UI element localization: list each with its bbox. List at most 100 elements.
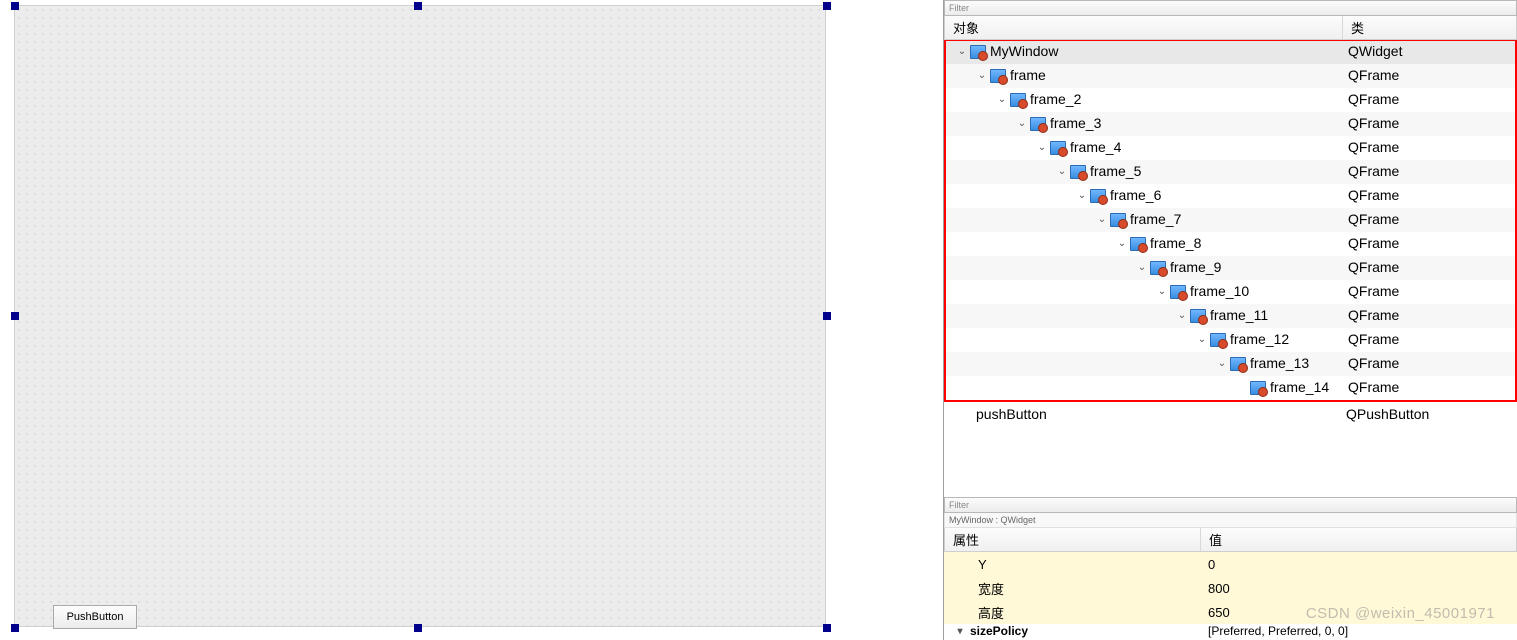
chevron-down-icon[interactable]: ⌄ [1076,184,1088,208]
chevron-down-icon[interactable]: ⌄ [976,64,988,88]
resize-handle-tl[interactable] [11,2,19,10]
resize-handle-tm[interactable] [414,2,422,10]
tree-row-pushbutton[interactable]: pushButton QPushButton [944,402,1517,426]
prop-key-header[interactable]: 属性 [945,528,1201,551]
tree-item-label: frame_14 [1270,376,1329,400]
chevron-down-icon[interactable]: ⌄ [1116,232,1128,256]
widget-icon [1030,117,1046,131]
chevron-down-icon[interactable]: ⌄ [1056,160,1068,184]
tree-row[interactable]: ⌄ frame_5 QFrame [946,160,1515,184]
nested-frames [51,34,789,582]
tree-row[interactable]: ⌄ frame_7 QFrame [946,208,1515,232]
tree-item-label: frame_12 [1230,328,1289,352]
tree-item-class: QFrame [1344,112,1515,136]
tree-item-label: frame_8 [1150,232,1201,256]
tree-item-label: frame_10 [1190,280,1249,304]
resize-handle-bm[interactable] [414,624,422,632]
widget-icon [990,69,1006,83]
tree-item-class: QFrame [1344,88,1515,112]
prop-val-header[interactable]: 值 [1201,528,1516,551]
inspector-area: Filter 对象 类 ⌄MyWindowQWidget⌄frameQFrame… [943,0,1517,640]
prop-val-label: 0 [1200,557,1517,572]
tree-item-class: QFrame [1344,376,1515,400]
widget-icon [1090,189,1106,203]
tree-item-label: frame_4 [1070,136,1121,160]
prop-val-label: [Preferred, Preferred, 0, 0] [1200,624,1517,638]
chevron-down-icon[interactable]: ⌄ [996,88,1008,112]
prop-row-sizepolicy[interactable]: ▾sizePolicy [Preferred, Preferred, 0, 0] [944,624,1517,640]
tree-item-label: frame_5 [1090,160,1141,184]
tree-item-label: frame_13 [1250,352,1309,376]
tree-item-class: QFrame [1344,160,1515,184]
tree-row[interactable]: ⌄ frame_8 QFrame [946,232,1515,256]
tree-row[interactable]: ⌄ frame_10 QFrame [946,280,1515,304]
tree-item-class: QFrame [1344,232,1515,256]
tree-row[interactable]: ⌄ frame_3 QFrame [946,112,1515,136]
resize-handle-tr[interactable] [823,2,831,10]
chevron-down-icon[interactable]: ⌄ [1196,328,1208,352]
widget-icon [1110,213,1126,227]
tree-item-class: QFrame [1344,136,1515,160]
tree-item-label: frame_3 [1050,112,1101,136]
chevron-down-icon[interactable]: ⌄ [1036,136,1048,160]
prop-row[interactable]: 宽度800 [944,576,1517,600]
widget-icon [1230,357,1246,371]
tree-row[interactable]: ⌄ frame_2 QFrame [946,88,1515,112]
property-pane: Filter MyWindow : QWidget 属性 值 Y0宽度800高度… [944,497,1517,640]
design-canvas-area: PushButton [0,0,943,640]
resize-handle-bl[interactable] [11,624,19,632]
tree-item-label: frame_6 [1110,184,1161,208]
tree-row[interactable]: ⌄ frame_4 QFrame [946,136,1515,160]
tree-item-class: QFrame [1344,256,1515,280]
tree-row[interactable]: ⌄ frame_9 QFrame [946,256,1515,280]
tree-item-class: QFrame [1344,328,1515,352]
object-filter-input[interactable]: Filter [944,0,1517,16]
prop-row[interactable]: Y0 [944,552,1517,576]
widget-icon [1070,165,1086,179]
object-col-header[interactable]: 对象 [945,16,1343,39]
tree-row[interactable]: ⌄ frame_12 QFrame [946,328,1515,352]
resize-handle-br[interactable] [823,624,831,632]
chevron-down-icon[interactable]: ⌄ [1016,112,1028,136]
pushbutton-widget[interactable]: PushButton [53,605,137,629]
widget-icon [1210,333,1226,347]
prop-val-label: 800 [1200,581,1517,596]
tree-row[interactable]: ⌄ frame_6 QFrame [946,184,1515,208]
tree-row[interactable]: ⌄MyWindowQWidget [946,40,1515,64]
tree-item-label: frame_7 [1130,208,1181,232]
tree-item-label: frame_11 [1210,304,1268,328]
tree-item-label: pushButton [976,406,1047,422]
tree-row[interactable]: ⌄ frame_11 QFrame [946,304,1515,328]
pushbutton-label: PushButton [67,611,124,623]
widget-icon [1190,309,1206,323]
object-tree[interactable]: ⌄MyWindowQWidget⌄frameQFrame⌄frame_2QFra… [944,40,1517,402]
prop-key-label: 宽度 [944,579,1200,598]
widget-icon [1010,93,1026,107]
chevron-down-icon[interactable]: ⌄ [1096,208,1108,232]
widget-icon [1250,381,1266,395]
prop-row[interactable]: 高度650 [944,600,1517,624]
tree-item-class: QFrame [1344,184,1515,208]
property-filter-input[interactable]: Filter [944,497,1517,513]
filter-placeholder: Filter [949,500,969,510]
tree-row[interactable]: frame_14 QFrame [946,376,1515,400]
class-col-header[interactable]: 类 [1343,16,1516,39]
chevron-down-icon[interactable]: ⌄ [1136,256,1148,280]
tree-item-label: frame_2 [1030,88,1081,112]
chevron-down-icon[interactable]: ⌄ [956,40,968,64]
prop-key-label: sizePolicy [970,624,1028,638]
tree-row[interactable]: ⌄frameQFrame [946,64,1515,88]
tree-row[interactable]: ⌄frame_13QFrame [946,352,1515,376]
tree-item-class: QFrame [1344,304,1515,328]
tree-item-class: QFrame [1344,280,1515,304]
tree-item-label: frame_9 [1170,256,1221,280]
widget-icon [970,45,986,59]
resize-handle-ml[interactable] [11,312,19,320]
resize-handle-mr[interactable] [823,312,831,320]
chevron-down-icon[interactable]: ⌄ [1216,352,1228,376]
chevron-down-icon[interactable]: ⌄ [1156,280,1168,304]
chevron-down-icon[interactable]: ⌄ [1176,304,1188,328]
tree-item-class: QFrame [1344,208,1515,232]
widget-icon [1050,141,1066,155]
form-canvas[interactable]: PushButton [14,5,826,627]
